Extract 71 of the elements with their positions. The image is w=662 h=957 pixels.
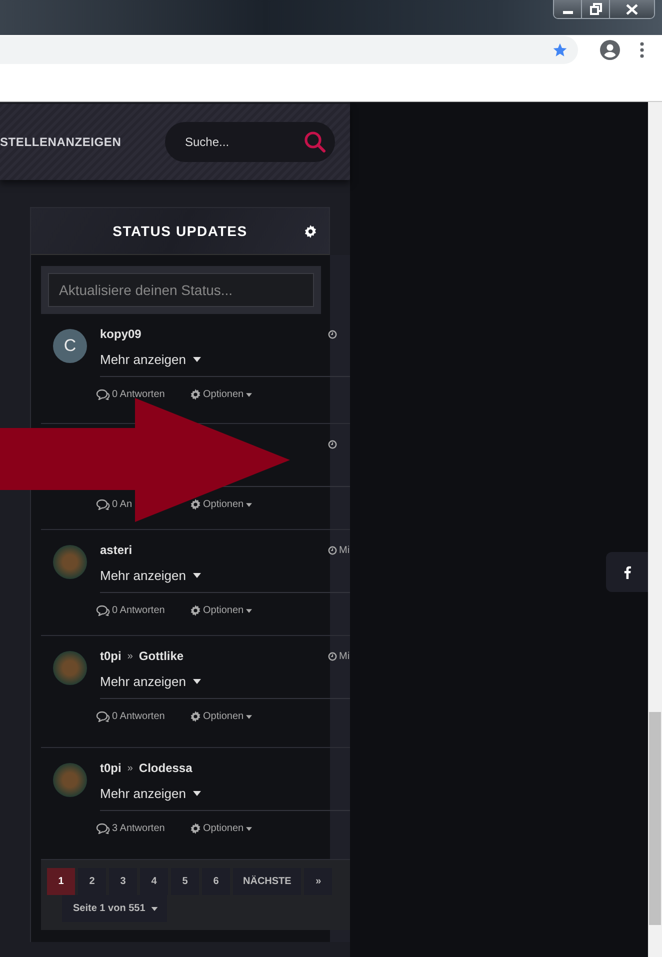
caret-icon xyxy=(246,826,252,830)
separator: » xyxy=(127,762,133,774)
scrollbar[interactable] xyxy=(648,102,662,957)
page-button[interactable]: 3 xyxy=(109,868,137,895)
replies-link[interactable]: 3 Antworten xyxy=(112,823,165,834)
gear-icon xyxy=(190,499,201,510)
caret-icon xyxy=(151,906,158,910)
timestamp: Mi xyxy=(339,650,350,662)
page-jump-button[interactable]: Seite 1 von 551 xyxy=(62,895,168,922)
replies-link[interactable]: 0 An xyxy=(112,499,132,510)
separator: » xyxy=(127,650,133,662)
restore-button[interactable] xyxy=(582,0,610,18)
show-more-link[interactable]: Mehr anzeigen xyxy=(100,568,186,582)
options-menu[interactable]: Optionen xyxy=(203,823,244,834)
speech-bubbles-icon xyxy=(96,823,110,834)
menu-icon[interactable] xyxy=(640,42,644,58)
status-input[interactable]: Aktualisiere deinen Status... xyxy=(48,273,314,307)
close-icon xyxy=(626,4,638,14)
options-menu[interactable]: Optionen xyxy=(203,605,244,616)
profile-icon[interactable] xyxy=(600,40,620,60)
caret-icon[interactable] xyxy=(193,356,201,362)
search-field[interactable]: Suche... xyxy=(165,122,335,162)
gear-icon xyxy=(190,605,201,616)
facebook-icon[interactable] xyxy=(624,566,630,578)
recipient-link[interactable]: Clodessa xyxy=(138,761,192,775)
caret-icon xyxy=(246,502,252,506)
gear-icon xyxy=(190,389,201,400)
author-link[interactable]: asteri xyxy=(100,543,132,557)
caret-icon[interactable] xyxy=(193,572,201,578)
gear-icon[interactable] xyxy=(304,225,317,238)
recipient-link[interactable]: Gottlike xyxy=(138,649,184,663)
gear-icon xyxy=(190,711,201,722)
options-menu[interactable]: Optionen xyxy=(203,389,244,400)
caret-icon xyxy=(246,714,252,718)
speech-bubbles-icon xyxy=(96,389,110,400)
caret-icon xyxy=(246,608,252,612)
speech-bubbles-icon xyxy=(96,605,110,616)
page-button[interactable]: 4 xyxy=(140,868,168,895)
close-button[interactable] xyxy=(610,0,654,18)
search-icon[interactable] xyxy=(304,131,326,153)
next-page-button[interactable]: NÄCHSTE xyxy=(233,868,302,895)
caret-icon[interactable] xyxy=(193,790,201,796)
show-more-link[interactable]: Mehr anzeigen xyxy=(100,786,186,800)
star-icon[interactable] xyxy=(552,42,568,58)
replies-link[interactable]: 0 Antworten xyxy=(112,711,165,722)
facebook-share-tab[interactable] xyxy=(606,552,648,592)
restore-icon xyxy=(590,3,602,15)
show-more-link[interactable]: Mehr anzeigen xyxy=(100,674,186,688)
show-more-link[interactable]: Mehr anzeigen xyxy=(100,352,186,366)
page-button[interactable]: 1 xyxy=(47,868,75,895)
scrollbar-thumb[interactable] xyxy=(649,712,661,925)
options-menu[interactable]: Optionen xyxy=(203,711,244,722)
panel-title: STATUS UPDATES xyxy=(112,223,248,239)
author-link[interactable]: t0pi xyxy=(100,761,122,775)
page-button[interactable]: 6 xyxy=(202,868,230,895)
replies-link[interactable]: 0 Antworten xyxy=(112,605,165,616)
options-menu[interactable]: Optionen xyxy=(203,499,244,510)
author-link[interactable]: t0pi xyxy=(100,649,122,663)
nav-link[interactable]: STELLENANZEIGEN xyxy=(0,135,122,149)
author-link[interactable]: kopy09 xyxy=(100,327,142,341)
speech-bubbles-icon xyxy=(96,711,110,722)
avatar[interactable]: C xyxy=(53,329,87,363)
timestamp: Mi xyxy=(339,544,350,556)
gear-icon xyxy=(190,823,201,834)
speech-bubbles-icon xyxy=(96,499,110,510)
caret-icon[interactable] xyxy=(193,678,201,684)
last-page-button[interactable]: » xyxy=(304,868,332,895)
minimize-button[interactable] xyxy=(554,0,582,18)
page-button[interactable]: 2 xyxy=(78,868,106,895)
page-button[interactable]: 5 xyxy=(171,868,199,895)
replies-link[interactable]: 0 Antworten xyxy=(112,389,165,400)
